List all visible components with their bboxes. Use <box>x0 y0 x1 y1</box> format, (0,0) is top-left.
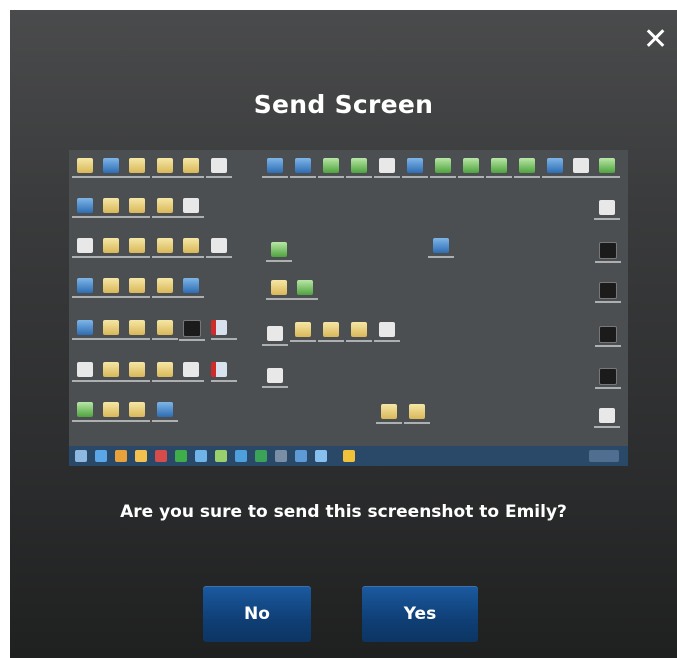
clock-icon <box>589 450 619 462</box>
desktop-icon <box>262 158 288 178</box>
desktop-icon <box>178 158 204 178</box>
desktop-icon <box>430 158 456 178</box>
desktop-icon <box>72 320 98 340</box>
desktop-icon <box>152 278 178 298</box>
browser-icon <box>95 450 107 462</box>
desktop-icon <box>346 322 372 342</box>
yes-button[interactable]: Yes <box>362 586 478 642</box>
desktop-icon <box>376 404 402 424</box>
app-icon <box>175 450 187 462</box>
desktop-icon <box>124 238 150 258</box>
desktop-icon <box>211 320 237 340</box>
desktop-icon <box>98 278 124 298</box>
desktop-icon <box>595 326 621 347</box>
app-icon <box>115 450 127 462</box>
desktop-icon <box>542 158 568 178</box>
app-icon <box>155 450 167 462</box>
desktop-icon <box>262 368 288 388</box>
desktop-icon <box>179 320 205 341</box>
desktop-icon <box>152 198 178 218</box>
desktop-icon <box>458 158 484 178</box>
desktop-icon <box>98 238 124 258</box>
desktop-icon <box>124 362 150 382</box>
desktop-icon <box>290 158 316 178</box>
desktop-icon <box>595 282 621 303</box>
app-icon <box>315 450 327 462</box>
desktop-icon <box>98 158 124 178</box>
confirmation-question: Are you sure to send this screenshot to … <box>120 502 567 522</box>
app-icon <box>343 450 355 462</box>
desktop-taskbar <box>69 446 628 466</box>
desktop-icon <box>266 280 292 300</box>
desktop-icon <box>72 362 98 382</box>
desktop-icon <box>72 238 98 258</box>
app-icon <box>215 450 227 462</box>
desktop-icon <box>72 198 98 218</box>
desktop-icon <box>346 158 372 178</box>
desktop-icon <box>594 408 620 428</box>
desktop-icon <box>124 320 150 340</box>
desktop-thumbnail <box>69 150 628 446</box>
desktop-icon <box>124 278 150 298</box>
desktop-icon <box>290 322 316 342</box>
desktop-icon <box>98 402 124 422</box>
app-icon <box>195 450 207 462</box>
desktop-icon <box>178 238 204 258</box>
desktop-icon <box>568 158 594 178</box>
app-icon <box>235 450 247 462</box>
desktop-icon <box>124 402 150 422</box>
folder-icon <box>135 450 147 462</box>
desktop-icon <box>72 278 98 298</box>
desktop-icon <box>98 320 124 340</box>
desktop-icon <box>262 326 288 346</box>
desktop-icon <box>318 158 344 178</box>
no-button[interactable]: No <box>203 586 311 642</box>
desktop-icon <box>152 362 178 382</box>
app-icon <box>255 450 267 462</box>
desktop-icon <box>595 368 621 389</box>
desktop-icon <box>72 158 98 178</box>
desktop-icon <box>178 278 204 298</box>
screenshot-preview <box>69 150 628 466</box>
send-screen-dialog: ✕ Send Screen Are you sure to send this … <box>10 10 677 658</box>
app-icon <box>275 450 287 462</box>
desktop-icon <box>266 242 292 262</box>
desktop-icon <box>206 238 232 258</box>
desktop-icon <box>594 158 620 178</box>
desktop-icon <box>428 238 454 258</box>
desktop-icon <box>152 320 178 340</box>
desktop-icon <box>152 158 178 178</box>
desktop-icon <box>318 322 344 342</box>
desktop-icon <box>72 402 98 422</box>
desktop-icon <box>124 198 150 218</box>
close-icon[interactable]: ✕ <box>643 25 668 55</box>
desktop-icon <box>374 322 400 342</box>
desktop-icon <box>152 402 178 422</box>
desktop-icon <box>98 198 124 218</box>
desktop-icon <box>374 158 400 178</box>
desktop-icon <box>211 362 237 382</box>
app-icon <box>295 450 307 462</box>
desktop-icon <box>98 362 124 382</box>
desktop-icon <box>178 198 204 218</box>
desktop-icon <box>152 238 178 258</box>
desktop-icon <box>594 200 620 220</box>
dialog-title: Send Screen <box>253 90 434 119</box>
desktop-icon <box>292 280 318 300</box>
desktop-icon <box>514 158 540 178</box>
desktop-icon <box>404 404 430 424</box>
desktop-icon <box>486 158 512 178</box>
desktop-icon <box>178 362 204 382</box>
start-icon <box>75 450 87 462</box>
desktop-icon <box>402 158 428 178</box>
desktop-icon <box>124 158 150 178</box>
desktop-icon <box>206 158 232 178</box>
desktop-icon <box>595 242 621 263</box>
